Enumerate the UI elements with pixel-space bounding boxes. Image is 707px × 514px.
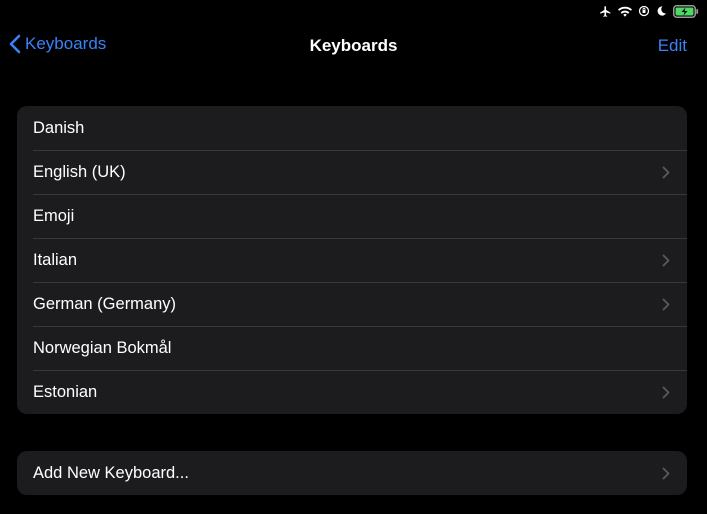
keyboard-row-german[interactable]: German (Germany) xyxy=(17,282,687,326)
chevron-right-icon xyxy=(661,165,671,179)
wifi-icon xyxy=(618,4,632,18)
keyboard-label: English (UK) xyxy=(33,162,126,181)
keyboard-label: German (Germany) xyxy=(33,294,177,313)
add-keyboard-group: Add New Keyboard... xyxy=(17,451,687,495)
status-bar xyxy=(599,2,699,20)
keyboard-row-english-uk[interactable]: English (UK) xyxy=(17,150,687,194)
keyboard-label: Italian xyxy=(33,250,78,269)
page-title: Keyboards xyxy=(309,36,398,55)
keyboard-row-italian[interactable]: Italian xyxy=(17,238,687,282)
screen: Keyboards Keyboards Edit Danish English … xyxy=(0,0,707,514)
keyboard-row-estonian[interactable]: Estonian xyxy=(17,370,687,414)
moon-icon xyxy=(656,4,667,18)
chevron-right-icon xyxy=(661,297,671,311)
battery-charging-icon xyxy=(673,4,699,18)
orientation-lock-icon xyxy=(638,4,650,18)
add-new-keyboard-row[interactable]: Add New Keyboard... xyxy=(17,451,687,495)
chevron-right-icon xyxy=(661,466,671,480)
chevron-right-icon xyxy=(661,253,671,267)
keyboard-label: Emoji xyxy=(33,206,75,225)
add-new-keyboard-label: Add New Keyboard... xyxy=(33,463,189,482)
chevron-right-icon xyxy=(661,385,671,399)
keyboards-list: Danish English (UK) Emoji Italian German… xyxy=(17,106,687,414)
keyboard-row-emoji[interactable]: Emoji xyxy=(17,194,687,238)
airplane-icon xyxy=(599,4,612,18)
edit-button[interactable]: Edit xyxy=(658,36,687,56)
keyboard-label: Estonian xyxy=(33,382,98,401)
keyboard-label: Danish xyxy=(33,118,85,137)
navigation-bar: Keyboards Keyboards Edit xyxy=(0,30,707,62)
keyboard-label: Norwegian Bokmål xyxy=(33,338,172,357)
keyboard-row-norwegian[interactable]: Norwegian Bokmål xyxy=(17,326,687,370)
keyboard-row-danish[interactable]: Danish xyxy=(17,106,687,150)
